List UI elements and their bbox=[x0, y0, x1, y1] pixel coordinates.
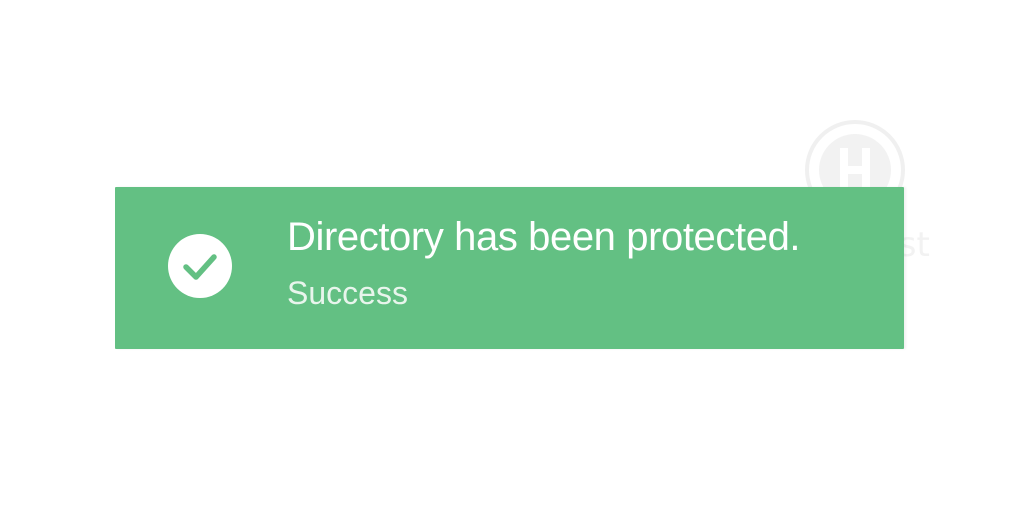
notification-text: Directory has been protected. Success bbox=[287, 209, 884, 319]
screen: ost Directory has been protected. Succes… bbox=[0, 0, 1024, 527]
success-notification: Directory has been protected. Success bbox=[115, 187, 904, 349]
check-circle-icon bbox=[167, 233, 233, 299]
notification-subtitle: Success bbox=[287, 275, 408, 311]
notification-title: Directory has been protected. bbox=[287, 215, 801, 259]
